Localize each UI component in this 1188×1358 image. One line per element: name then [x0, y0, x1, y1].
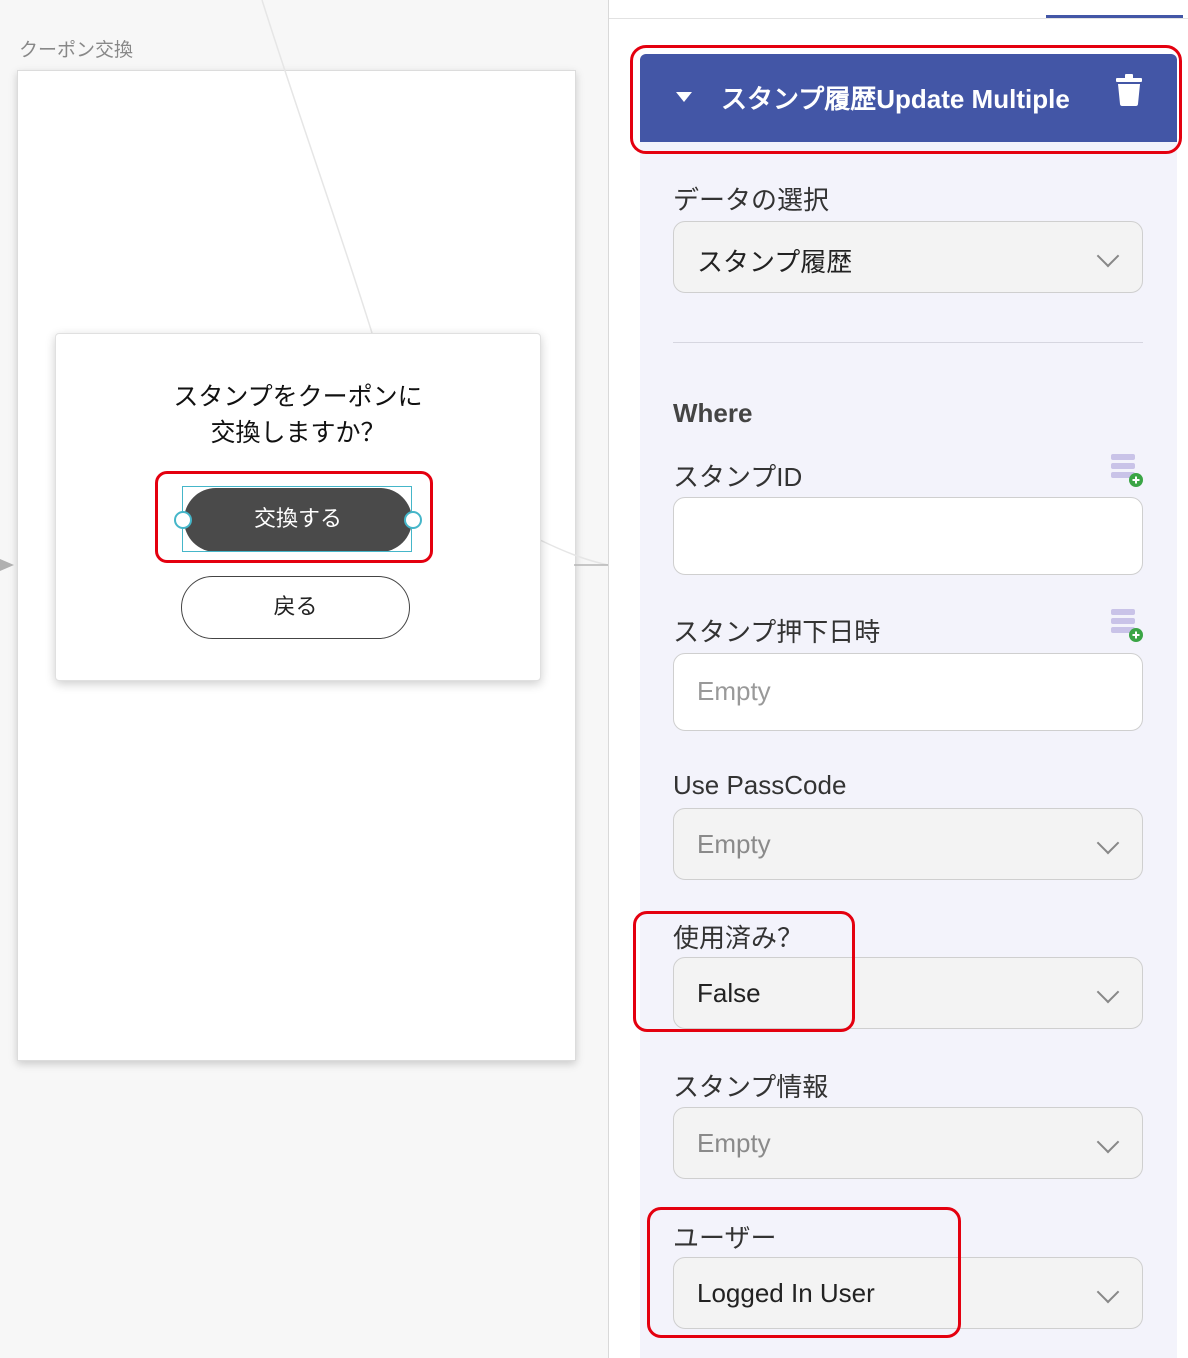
stamp-id-input[interactable]: [673, 497, 1143, 575]
action-header[interactable]: スタンプ履歴Update Multiple: [640, 54, 1177, 142]
editor-canvas: クーポン交換 スタンプをクーポンに 交換しますか？ 交換する 戻る: [0, 0, 608, 1358]
use-passcode-value: Empty: [697, 829, 771, 859]
section-divider: [673, 342, 1143, 343]
chevron-down-icon: [1096, 980, 1120, 1004]
field-label-stamp-id: スタンプID: [673, 462, 803, 492]
field-label-user: ユーザー: [673, 1223, 777, 1253]
data-select-label: データの選択: [673, 185, 830, 215]
chevron-down-icon: [1096, 244, 1120, 268]
chevron-down-icon: [1096, 1130, 1120, 1154]
dialog-message: スタンプをクーポンに 交換しますか？: [56, 379, 540, 451]
resize-handle-right[interactable]: [404, 511, 422, 529]
resize-handle-left[interactable]: [174, 511, 192, 529]
user-dropdown[interactable]: Logged In User: [673, 1257, 1143, 1329]
stamp-pressed-at-placeholder: Empty: [697, 676, 771, 706]
screen-name-label[interactable]: クーポン交換: [19, 35, 133, 62]
used-value: False: [697, 978, 761, 1008]
trash-icon[interactable]: [1116, 74, 1142, 106]
data-select-dropdown[interactable]: スタンプ履歴: [673, 221, 1143, 293]
selection-frame: [182, 486, 412, 552]
action-title: スタンプ履歴Update Multiple: [721, 84, 1070, 114]
field-label-stamp-info: スタンプ情報: [673, 1072, 829, 1102]
dialog-message-line-2: 交換しますか？: [210, 418, 386, 447]
field-label-use-passcode: Use PassCode: [673, 770, 847, 800]
use-passcode-dropdown[interactable]: Empty: [673, 808, 1143, 880]
active-tab-indicator: [1046, 15, 1183, 18]
chevron-down-icon: [1096, 1280, 1120, 1304]
stamp-info-value: Empty: [697, 1128, 771, 1158]
stamp-pressed-at-input[interactable]: Empty: [673, 653, 1143, 731]
panel-tab-bar-border: [609, 18, 1188, 19]
dialog-message-line-1: スタンプをクーポンに: [173, 382, 423, 411]
back-button[interactable]: 戻る: [181, 576, 410, 639]
caret-down-icon[interactable]: [676, 92, 692, 102]
field-label-used: 使用済み？: [673, 923, 804, 953]
database-add-icon[interactable]: [1110, 607, 1144, 643]
database-add-icon[interactable]: [1110, 452, 1144, 488]
data-select-value: スタンプ履歴: [697, 247, 853, 277]
chevron-down-icon: [1096, 831, 1120, 855]
user-value: Logged In User: [697, 1278, 875, 1308]
used-dropdown[interactable]: False: [673, 957, 1143, 1029]
where-heading: Where: [673, 398, 753, 428]
stamp-info-dropdown[interactable]: Empty: [673, 1107, 1143, 1179]
field-label-stamp-pressed-at: スタンプ押下日時: [673, 617, 881, 647]
